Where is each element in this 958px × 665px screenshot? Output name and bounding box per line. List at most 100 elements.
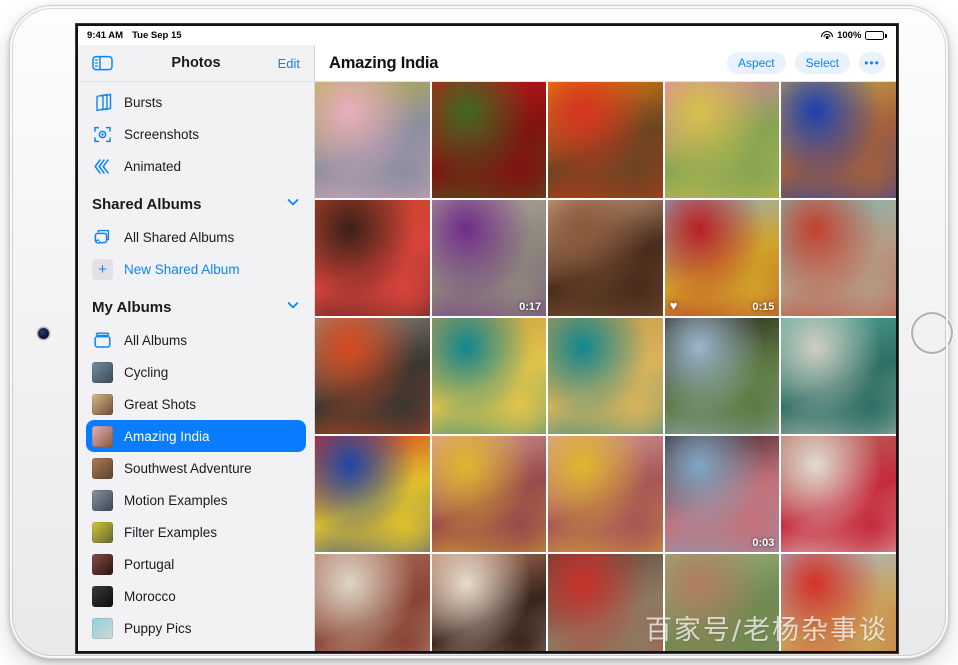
sidebar-item-morocco[interactable]: Morocco — [86, 580, 306, 612]
sidebar-item-all-albums[interactable]: All Albums — [86, 324, 306, 356]
album-thumbnail — [92, 521, 113, 543]
sidebar-item-cycling[interactable]: Cycling — [86, 356, 306, 388]
sidebar-item-animated[interactable]: Animated — [86, 150, 306, 182]
photo-cell[interactable] — [548, 200, 663, 316]
status-bar: 9:41 AM Tue Sep 15 100% — [78, 26, 896, 45]
header-actions: Aspect Select ••• — [726, 52, 885, 74]
aspect-button[interactable]: Aspect — [726, 52, 786, 74]
more-options-button[interactable]: ••• — [859, 52, 885, 74]
sidebar-item-amazing-india[interactable]: Amazing India — [86, 420, 306, 452]
sidebar-item-all-shared-albums[interactable]: All Shared Albums — [86, 221, 306, 253]
sidebar-item-new-shared-album[interactable]: + New Shared Album — [86, 253, 306, 285]
photo-cell[interactable] — [548, 436, 663, 552]
photo-cell[interactable] — [431, 318, 547, 434]
photo-cell[interactable] — [781, 82, 896, 198]
photo-thumbnail — [315, 82, 430, 198]
wifi-icon — [821, 31, 834, 40]
photo-cell[interactable] — [315, 318, 430, 434]
sidebar-item-southwest-adventure[interactable]: Southwest Adventure — [86, 452, 306, 484]
photo-cell[interactable] — [431, 436, 547, 552]
photo-cell[interactable] — [548, 554, 663, 651]
home-button[interactable] — [911, 312, 953, 354]
album-thumbnail — [92, 617, 113, 639]
sidebar-item-label: Animated — [124, 158, 182, 174]
sidebar-item-label: Screenshots — [124, 126, 200, 142]
sidebar-group-header[interactable]: My Albums — [92, 292, 300, 323]
photo-cell[interactable] — [431, 554, 547, 651]
photo-cell[interactable] — [781, 318, 896, 434]
sidebar-item-label: Morocco — [124, 588, 176, 604]
chevron-down-icon[interactable] — [286, 195, 300, 214]
photo-cell[interactable] — [664, 318, 780, 434]
photo-cell[interactable] — [781, 554, 896, 651]
photo-thumbnail — [781, 436, 896, 552]
bursts-icon — [92, 92, 113, 113]
sidebar-item-label: All Shared Albums — [124, 229, 235, 245]
sidebar-item-label: Puppy Pics — [124, 620, 192, 636]
sidebar-item-label: Filter Examples — [124, 524, 218, 540]
ipad-screen: 9:41 AM Tue Sep 15 100% Photos Edit Burs… — [78, 26, 896, 651]
sidebar-item-puppy-pics[interactable]: Puppy Pics — [86, 612, 306, 644]
sidebar-item-label: Amazing India — [124, 428, 210, 444]
photo-cell[interactable] — [664, 554, 780, 651]
photo-cell[interactable] — [315, 554, 430, 651]
sidebar: Photos Edit Bursts Screenshots Animated S… — [78, 45, 315, 651]
screenshots-icon — [92, 124, 113, 145]
photo-thumbnail — [548, 200, 663, 316]
sidebar-item-label: Cycling — [124, 364, 169, 380]
all-albums-icon — [92, 330, 113, 351]
photo-thumbnail — [781, 318, 896, 434]
sidebar-item-label: Motion Examples — [124, 492, 228, 508]
photo-cell[interactable] — [315, 200, 430, 316]
sidebar-item-filter-examples[interactable]: Filter Examples — [86, 516, 306, 548]
photo-cell[interactable]: ♥ 0:15 — [664, 200, 780, 316]
sidebar-item-screenshots[interactable]: Screenshots — [86, 118, 306, 150]
sidebar-item-bursts[interactable]: Bursts — [86, 86, 306, 118]
photo-cell[interactable]: 0:17 — [431, 200, 547, 316]
sidebar-edit-button[interactable]: Edit — [278, 56, 300, 71]
photo-thumbnail — [781, 200, 896, 316]
photo-thumbnail — [431, 200, 547, 316]
photo-thumbnail — [664, 436, 780, 552]
sidebar-item-label: Portugal — [124, 556, 175, 572]
photo-thumbnail — [548, 82, 663, 198]
album-thumbnail — [92, 457, 113, 479]
chevron-down-icon[interactable] — [286, 298, 300, 317]
photo-thumbnail — [431, 554, 547, 651]
photo-cell[interactable] — [548, 318, 663, 434]
sidebar-item-motion-examples[interactable]: Motion Examples — [86, 484, 306, 516]
select-button[interactable]: Select — [794, 52, 850, 74]
photo-cell[interactable] — [315, 82, 430, 198]
sidebar-scroll-area[interactable]: Bursts Screenshots Animated Shared Albums… — [78, 82, 314, 651]
photo-thumbnail — [548, 554, 663, 651]
photo-cell[interactable] — [781, 200, 896, 316]
sidebar-group-title: Shared Albums — [92, 196, 202, 213]
photo-thumbnail — [664, 554, 780, 651]
video-duration-badge: 0:17 — [519, 301, 542, 313]
sidebar-group-header[interactable]: Shared Albums — [92, 189, 300, 220]
sidebar-item-great-shots[interactable]: Great Shots — [86, 388, 306, 420]
photo-grid[interactable]: 0:17 ♥ 0:15 0:03 — [315, 82, 896, 651]
sidebar-item-label: New Shared Album — [124, 261, 240, 277]
photo-cell[interactable] — [431, 82, 547, 198]
all-shared-albums-icon — [92, 227, 113, 248]
album-thumbnail — [92, 361, 113, 383]
battery-icon — [865, 30, 887, 41]
status-date: Tue Sep 15 — [132, 30, 182, 41]
album-thumbnail — [92, 553, 113, 575]
sidebar-item-label: Southwest Adventure — [124, 460, 252, 476]
photo-thumbnail — [431, 318, 547, 434]
photo-cell[interactable] — [664, 82, 780, 198]
sidebar-item-portugal[interactable]: Portugal — [86, 548, 306, 580]
sidebar-toggle-icon[interactable] — [92, 55, 113, 71]
photo-thumbnail — [781, 554, 896, 651]
photo-cell[interactable] — [315, 436, 430, 552]
sidebar-header: Photos Edit — [78, 45, 314, 82]
photo-cell[interactable] — [548, 82, 663, 198]
photo-cell[interactable]: 0:03 — [664, 436, 780, 552]
photo-cell[interactable] — [781, 436, 896, 552]
album-thumbnail — [92, 393, 113, 415]
video-duration-badge: 0:03 — [752, 537, 775, 549]
plus-icon: + — [92, 258, 113, 280]
content-header: Amazing India Aspect Select ••• — [315, 45, 896, 82]
